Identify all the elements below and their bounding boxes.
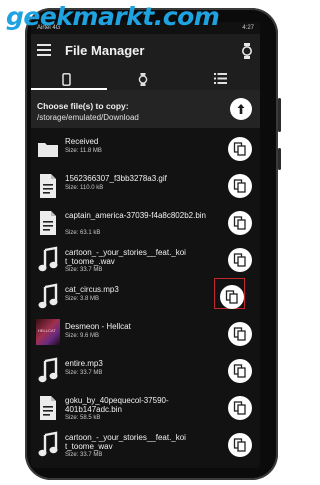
document-icon: [40, 211, 56, 235]
list-item[interactable]: HELLCAT Desmeon - Hellcat Size: 9.6 MB: [31, 317, 260, 354]
file-size: Size: 33.7 MB: [65, 370, 103, 376]
copy-button[interactable]: [228, 211, 252, 235]
tab-phone[interactable]: [31, 68, 107, 90]
copy-button[interactable]: [228, 174, 252, 198]
file-name: cartoon_-_your_stories__feat._koi t_toom…: [65, 248, 186, 266]
file-name: cat_circus.mp3: [65, 285, 119, 294]
app-title: File Manager: [65, 43, 145, 58]
list-item[interactable]: cat_circus.mp3 Size: 3.8 MB: [31, 278, 260, 317]
app-bar: File Manager: [31, 34, 260, 68]
current-path: /storage/emulated/Download: [37, 113, 139, 122]
list-item[interactable]: goku_by_40pequecol-37590-401b147adc.bin …: [31, 391, 260, 428]
file-name: cartoon_-_your_stories__feat._koi t_toom…: [65, 433, 186, 451]
copy-button[interactable]: [228, 396, 252, 420]
tab-bar: [31, 68, 260, 90]
list-item[interactable]: cartoon_-_your_stories__feat._koi t_toom…: [31, 428, 260, 465]
list-item[interactable]: entire.mp3 Size: 33.7 MB: [31, 354, 260, 391]
music-note-icon: [38, 431, 58, 457]
copy-icon: [233, 179, 246, 193]
file-name: Desmeon - Hellcat: [65, 322, 131, 331]
watch-icon: [138, 73, 148, 86]
copy-icon: [233, 364, 246, 378]
volume-button: [278, 98, 281, 132]
power-button: [278, 148, 281, 170]
watermark-logo: geekmarkt.com: [6, 2, 220, 31]
file-size: Size: 33.7 MB: [65, 452, 103, 458]
file-size: Size: 9.6 MB: [65, 333, 100, 339]
file-size: Size: 58.5 kB: [65, 415, 101, 421]
navigate-up-button[interactable]: [230, 98, 252, 120]
document-icon: [40, 396, 56, 420]
document-icon: [40, 174, 56, 198]
list-item[interactable]: cartoon_-_your_stories__feat._koi t_toom…: [31, 243, 260, 280]
copy-icon: [233, 216, 246, 230]
file-name: Received: [65, 137, 99, 146]
copy-icon: [233, 438, 246, 452]
copy-button[interactable]: [228, 248, 252, 272]
screen: Airtel 4G 4:27 File Manager Choose file(…: [31, 22, 260, 468]
file-name: 1562366307_f3bb3278a3.gif: [65, 174, 167, 183]
file-list: Received Size: 11.8 MB 1562366307_f3bb32…: [31, 132, 260, 465]
copy-button[interactable]: [228, 322, 252, 346]
file-name: entire.mp3: [65, 359, 103, 368]
clock: 4:27: [242, 25, 254, 31]
copy-icon: [233, 401, 246, 415]
music-note-icon: [38, 246, 58, 272]
list-item[interactable]: Received Size: 11.8 MB: [31, 132, 260, 169]
file-name: goku_by_40pequecol-37590-401b147adc.bin: [65, 396, 169, 414]
arrow-up-icon: [237, 104, 245, 114]
copy-button[interactable]: [228, 433, 252, 457]
copy-button[interactable]: [220, 285, 244, 309]
copy-button[interactable]: [228, 137, 252, 161]
list-item[interactable]: 1562366307_f3bb3278a3.gif Size: 110.0 kB: [31, 169, 260, 206]
copy-icon: [233, 142, 246, 156]
path-label: Choose file(s) to copy:: [37, 101, 129, 111]
tab-watch[interactable]: [107, 68, 183, 90]
tab-list[interactable]: [183, 68, 259, 90]
path-bar: Choose file(s) to copy: /storage/emulate…: [31, 90, 260, 128]
folder-icon: [38, 143, 58, 157]
music-note-icon: [38, 357, 58, 383]
copy-button[interactable]: [228, 359, 252, 383]
list-item[interactable]: captain_america-37039-f4a8c802b2.bin Siz…: [31, 206, 260, 243]
file-size: Size: 63.1 kB: [65, 230, 101, 236]
album-art-thumbnail: HELLCAT: [36, 319, 60, 345]
copy-icon: [233, 327, 246, 341]
copy-icon: [233, 253, 246, 267]
music-note-icon: [38, 283, 58, 309]
file-size: Size: 11.8 MB: [65, 148, 102, 154]
copy-icon: [225, 290, 238, 304]
menu-icon[interactable]: [37, 44, 51, 56]
list-icon: [214, 73, 227, 84]
file-size: Size: 33.7 MB: [65, 267, 103, 273]
file-size: Size: 110.0 kB: [65, 185, 104, 191]
file-name: captain_america-37039-f4a8c802b2.bin: [65, 211, 206, 220]
phone-icon: [62, 73, 71, 86]
watch-icon[interactable]: [242, 43, 252, 59]
file-size: Size: 3.8 MB: [65, 296, 100, 302]
